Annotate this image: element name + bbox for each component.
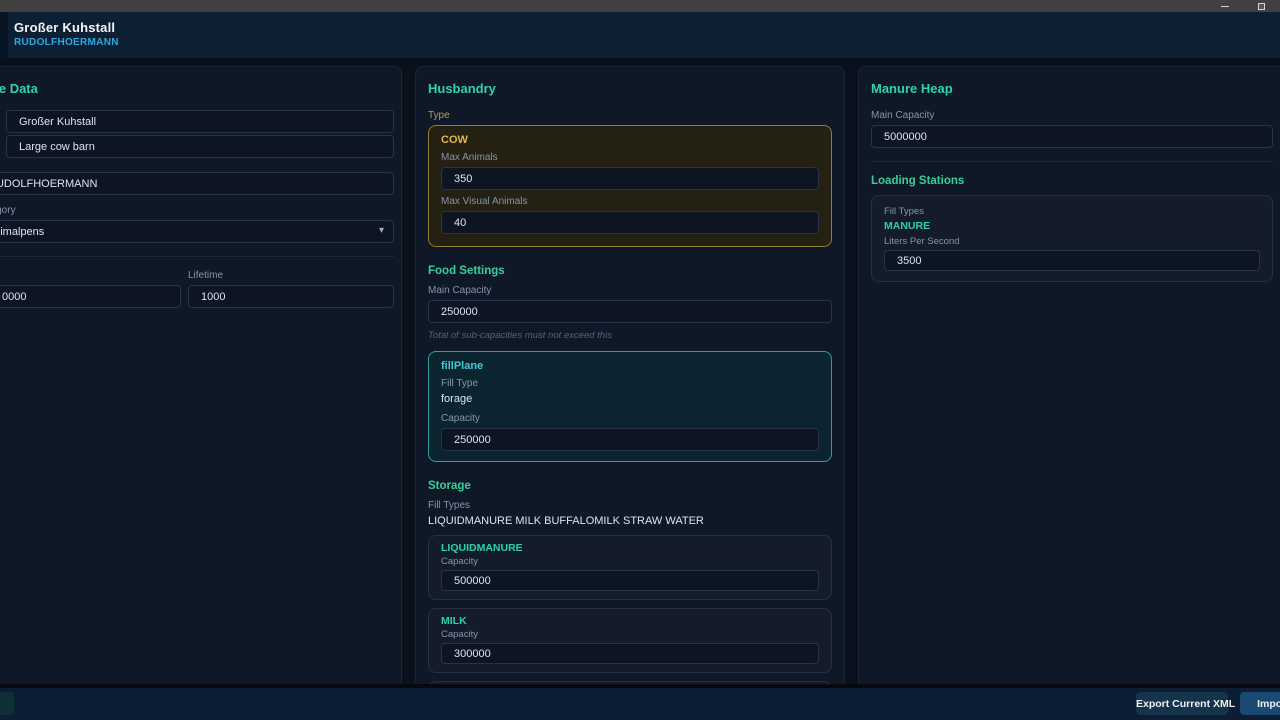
max-animals-label: Max Animals [441, 152, 819, 163]
fill-plane-fill-type-value: forage [441, 393, 819, 405]
lifetime-label: Lifetime [188, 270, 394, 281]
minimize-button[interactable] [1218, 0, 1232, 12]
loading-fill-types-value: MANURE [884, 220, 1260, 232]
window-titlebar [0, 0, 1280, 12]
manure-heap-divider [871, 161, 1273, 162]
loading-stations-title: Loading Stations [871, 175, 1273, 187]
food-main-capacity-label: Main Capacity [428, 285, 832, 296]
price-field [0, 285, 181, 308]
app-header: Großer Kuhstall RUDOLFHOERMANN [0, 12, 1280, 58]
storage-card-title: LIQUIDMANURE [441, 542, 819, 554]
fill-plane-title: fillPlane [441, 360, 819, 372]
brand-input[interactable] [0, 172, 394, 195]
base-data-panel: Base Data Category animalpens ▾ Lifetime [0, 66, 402, 688]
name-input[interactable] [6, 110, 394, 133]
storage-capacity-label: Capacity [441, 629, 819, 640]
maximize-button[interactable] [1254, 0, 1268, 12]
fill-plane-capacity-input[interactable] [441, 428, 819, 451]
manure-heap-title: Manure Heap [871, 81, 1273, 96]
animal-type-card[interactable]: COW Max Animals Max Visual Animals [428, 125, 832, 247]
food-settings-title: Food Settings [428, 265, 832, 277]
liters-per-second-input[interactable] [884, 250, 1260, 271]
manure-main-capacity-input[interactable] [871, 125, 1273, 148]
husbandry-title: Husbandry [428, 81, 832, 96]
page-title: Großer Kuhstall [14, 20, 115, 35]
price-input[interactable] [0, 285, 181, 308]
category-select[interactable]: animalpens ▾ [0, 220, 394, 243]
max-animals-input[interactable] [441, 167, 819, 190]
storage-card-title: MILK [441, 615, 819, 627]
lifetime-input[interactable] [188, 285, 394, 308]
storage-fill-types-label: Fill Types [428, 500, 832, 511]
base-data-title: Base Data [0, 81, 394, 96]
category-value: animalpens [0, 226, 44, 238]
storage-capacity-input[interactable] [441, 570, 819, 591]
maximize-icon [1258, 3, 1265, 10]
footer-left-button[interactable] [0, 692, 14, 715]
function-input[interactable] [6, 135, 394, 158]
liters-per-second-label: Liters Per Second [884, 236, 1260, 247]
base-data-divider [0, 256, 394, 257]
max-visual-animals-label: Max Visual Animals [441, 196, 819, 207]
food-capacity-note: Total of sub-capacities must not exceed … [428, 330, 832, 341]
header-accent [0, 12, 8, 58]
lifetime-field: Lifetime [188, 270, 394, 308]
animal-type-name: COW [441, 134, 819, 146]
food-main-capacity-input[interactable] [428, 300, 832, 323]
brand-row [0, 172, 394, 195]
fill-plane-capacity-label: Capacity [441, 413, 819, 424]
max-visual-animals-input[interactable] [441, 211, 819, 234]
storage-title: Storage [428, 480, 832, 492]
footer-bar: Export Current XML Import XML [0, 688, 1280, 720]
loading-fill-types-label: Fill Types [884, 206, 1260, 217]
fill-plane-fill-type-label: Fill Type [441, 378, 819, 389]
manure-main-capacity-label: Main Capacity [871, 110, 1273, 121]
storage-capacity-label: Capacity [441, 556, 819, 567]
name-group [6, 110, 394, 158]
storage-fill-types-value: LIQUIDMANURE MILK BUFFALOMILK STRAW WATE… [428, 515, 832, 527]
minimize-icon [1221, 6, 1229, 7]
storage-card-milk: MILK Capacity [428, 608, 832, 673]
storage-card-liquidmanure: LIQUIDMANURE Capacity [428, 535, 832, 600]
type-label: Type [428, 110, 832, 121]
storage-capacity-input[interactable] [441, 643, 819, 664]
loading-station-card: Fill Types MANURE Liters Per Second [871, 195, 1273, 282]
category-label: Category [0, 205, 394, 216]
import-xml-button[interactable]: Import XML [1240, 692, 1280, 715]
fill-plane-card: fillPlane Fill Type forage Capacity [428, 351, 832, 462]
husbandry-panel: Husbandry Type COW Max Animals Max Visua… [415, 66, 845, 688]
manure-heap-panel: Manure Heap Main Capacity Loading Statio… [858, 66, 1280, 688]
chevron-down-icon: ▾ [379, 225, 384, 236]
export-xml-button[interactable]: Export Current XML [1136, 692, 1228, 715]
brand-subtitle: RUDOLFHOERMANN [14, 37, 119, 48]
